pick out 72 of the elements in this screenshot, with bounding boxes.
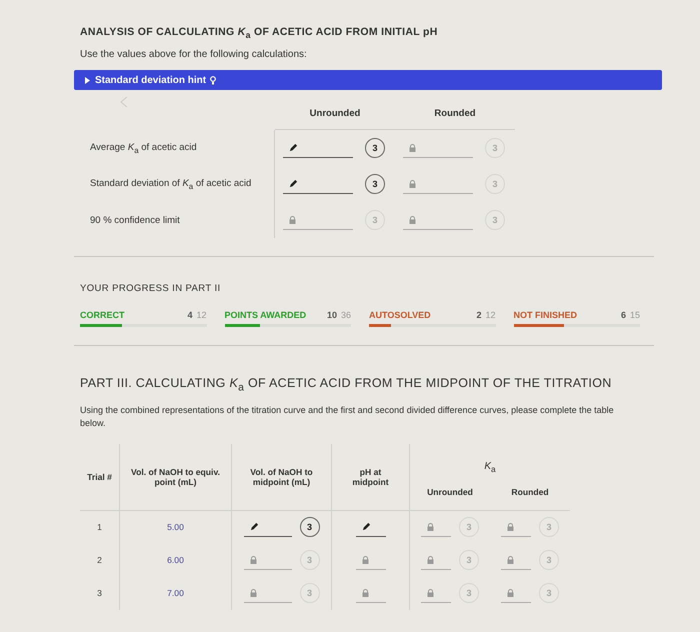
table-cell: 5.00 [167,522,184,532]
column-header: Trial # [86,472,113,482]
table-cell: 3 [97,588,102,598]
progress-count: 4 [187,310,192,320]
table-cell: 7.00 [167,588,184,598]
pencil-icon [250,522,258,532]
attempts-badge: 3 [485,138,505,158]
progress-label: CORRECT [80,310,124,320]
lock-icon [289,216,296,224]
lock-icon [507,522,514,531]
progress-total: 12 [485,310,496,320]
row-label: Standard deviation of K$_{a}$ of acetic acid [90,178,252,191]
column-header: Unrounded [426,486,474,499]
attempts-badge: 3 [459,550,479,570]
pencil-icon [289,179,298,188]
progress-count: 2 [476,310,482,320]
attempts-badge: 3 [485,210,505,230]
attempts-badge: 3 [539,583,559,604]
attempts-badge: 3 [459,517,479,538]
column-header: pH at midpoint [351,466,390,487]
progress-label: AUTOSOLVED [369,310,431,320]
row-label: 90 % confidence limit [90,214,180,226]
caret-right-icon [84,76,91,84]
attempts-badge: 3 [485,174,505,194]
hint-toggle[interactable]: Standard deviation hint [74,70,662,90]
lock-icon [362,556,368,564]
attempts-badge: 3 [300,517,320,538]
instruction-text: Use the values above for the following calculations: [80,49,308,60]
attempts-badge: 3 [539,517,559,538]
column-header: Rounded [395,102,515,130]
group-header: K$_{a}$ [484,460,496,474]
progress-label: POINTS AWARDED [224,310,306,320]
progress-total: 36 [340,310,351,320]
lock-icon [362,588,368,597]
column-header: Vol. of NaOH to equiv. point (mL) [130,466,221,487]
progress-total: 12 [196,310,206,320]
lock-icon [427,522,434,531]
lock-icon [507,556,514,564]
progress-label: NOT FINISHED [514,310,578,320]
bulb-icon [210,76,216,85]
column-header: Rounded [510,486,550,499]
attempts-badge: 3 [459,583,479,604]
progress-total: 15 [630,310,640,320]
lock-icon [409,144,416,152]
lock-icon [250,588,256,597]
attempts-badge: 3 [365,138,385,158]
column-header: Unrounded [275,102,395,130]
pencil-icon [362,522,370,532]
progress-count: 10 [326,310,337,320]
row-label: Average K$_{a}$ of acetic acid [90,142,197,155]
progress-title: YOUR PROGRESS IN PART II [80,283,222,294]
attempts-badge: 3 [300,550,320,570]
lock-icon [427,556,434,564]
lock-icon [507,588,514,597]
table-cell: 1 [97,522,102,532]
attempts-badge: 3 [539,550,559,570]
lock-icon [250,556,256,564]
attempts-badge: 3 [365,174,385,194]
column-header: Vol. of NaOH to midpoint (mL) [249,466,314,487]
lock-icon [409,180,416,188]
table-cell: 2 [97,555,102,566]
lock-icon [409,216,416,224]
table-cell: 6.00 [167,555,184,566]
back-chevron-icon[interactable] [120,96,128,108]
attempts-badge: 3 [300,583,320,604]
part-heading: PART III. CALCULATING K$_{a}$ OF ACETIC ACID FROM THE MIDPOINT OF THE TITRATION [80,376,613,394]
lock-icon [427,588,434,597]
progress-count: 6 [620,310,626,320]
attempts-badge: 3 [365,210,385,230]
instruction-paragraph: Using the combined representations of the titration curve and the first and second divided difference curves, please complete the table below. [80,404,615,430]
section-title: ANALYSIS OF CALCULATING K$_{a}$ OF ACETIC ACID FROM INITIAL pH [80,26,439,40]
pencil-icon [289,143,298,152]
